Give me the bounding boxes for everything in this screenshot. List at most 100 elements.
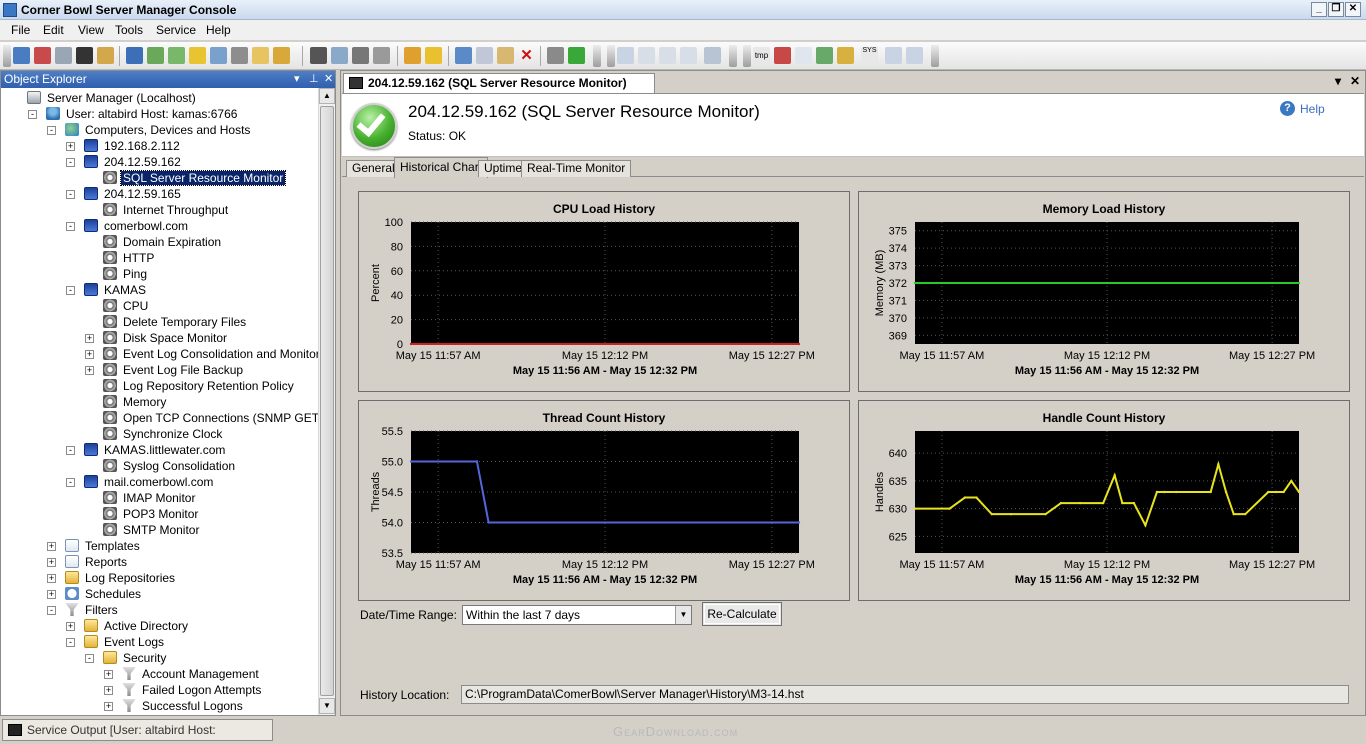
disconnect-icon[interactable] — [34, 47, 51, 64]
collapse-icon[interactable]: - — [66, 190, 75, 199]
tree-node[interactable]: SMTP Monitor — [103, 522, 201, 538]
tree-node[interactable]: Filters — [65, 602, 120, 618]
tab-general[interactable]: General — [346, 160, 401, 177]
expand-icon[interactable]: + — [47, 574, 56, 583]
folder-icon[interactable] — [252, 47, 269, 64]
tree-node[interactable]: KAMAS — [84, 282, 148, 298]
tree-node[interactable]: Domain Expiration — [103, 234, 223, 250]
tree-node[interactable]: Templates — [65, 538, 142, 554]
close-icon[interactable]: ✕ — [324, 71, 333, 87]
toolbar-chevron-icon[interactable] — [593, 45, 601, 67]
window-icon[interactable] — [638, 47, 655, 64]
grid-icon[interactable] — [55, 47, 72, 64]
tree-node[interactable]: Security — [103, 650, 168, 666]
tree-node[interactable]: Disk Space Monitor — [103, 330, 229, 346]
collapse-icon[interactable]: - — [66, 446, 75, 455]
tree-node[interactable]: Syslog Consolidation — [103, 458, 237, 474]
console-icon[interactable] — [76, 47, 93, 64]
menu-help[interactable]: Help — [206, 23, 231, 37]
tree-node[interactable]: comerbowl.com — [84, 218, 190, 234]
warning-icon[interactable] — [425, 47, 442, 64]
help-icon[interactable]: ? — [1280, 101, 1295, 116]
toolbar-grip[interactable] — [743, 45, 751, 67]
expand-icon[interactable]: + — [85, 334, 94, 343]
tree-node[interactable]: Delete Temporary Files — [103, 314, 248, 330]
close-tab-icon[interactable]: ✕ — [1350, 74, 1360, 88]
add-computer-icon[interactable] — [126, 47, 143, 64]
clock-icon[interactable] — [885, 47, 902, 64]
tree-node[interactable]: Successful Logons — [122, 698, 245, 714]
tree-node[interactable]: Active Directory — [84, 618, 190, 634]
refresh-icon[interactable] — [568, 47, 585, 64]
tab-historical-chart[interactable]: Historical Chart — [394, 157, 489, 178]
help-link[interactable]: ? Help — [1280, 101, 1325, 116]
collapse-icon[interactable]: - — [66, 222, 75, 231]
file-icon[interactable] — [795, 47, 812, 64]
toolbar-grip[interactable] — [3, 45, 11, 67]
expand-icon[interactable]: + — [66, 142, 75, 151]
delete-icon[interactable]: ✕ — [518, 47, 535, 64]
add-item-icon[interactable] — [147, 47, 164, 64]
expand-icon[interactable]: + — [47, 542, 56, 551]
pin-icon[interactable]: ⊥ — [309, 71, 319, 87]
filter-icon[interactable] — [231, 47, 248, 64]
collapse-icon[interactable]: - — [66, 158, 75, 167]
help-label[interactable]: Help — [1300, 102, 1325, 116]
user-icon[interactable] — [837, 47, 854, 64]
lightning-icon[interactable] — [189, 47, 206, 64]
window-icon[interactable] — [680, 47, 697, 64]
service-output-tab[interactable]: Service Output [User: altabird Host: kam… — [2, 719, 273, 744]
tree-node[interactable]: 192.168.2.112 — [84, 138, 182, 154]
report-icon[interactable] — [331, 47, 348, 64]
tab-real-time-monitor[interactable]: Real-Time Monitor — [521, 160, 632, 177]
tree-node[interactable]: IMAP Monitor — [103, 490, 197, 506]
paste-icon[interactable] — [497, 47, 514, 64]
collapse-icon[interactable]: - — [66, 286, 75, 295]
history-location-field[interactable]: C:\ProgramData\ComerBowl\Server Manager\… — [461, 685, 1349, 704]
tab-dropdown-icon[interactable]: ▾ — [1335, 74, 1341, 88]
window-icon[interactable] — [659, 47, 676, 64]
collapse-icon[interactable]: - — [66, 478, 75, 487]
tree-node[interactable]: 204.12.59.165 — [84, 186, 183, 202]
tmp-icon[interactable]: tmp — [753, 47, 770, 64]
tools-icon[interactable] — [547, 47, 564, 64]
tree-node[interactable]: SQL Server Resource Monitor — [103, 170, 287, 186]
maximize-button[interactable]: ❐ — [1328, 2, 1344, 17]
menu-tools[interactable]: Tools — [115, 23, 143, 37]
scroll-up-icon[interactable]: ▲ — [319, 88, 335, 104]
minimize-button[interactable]: _ — [1311, 2, 1327, 17]
tree-node[interactable]: Account Management — [122, 666, 261, 682]
tree-node[interactable]: Log Repositories — [65, 570, 177, 586]
tree-node[interactable]: Log Repository Retention Policy — [103, 378, 296, 394]
tree-node[interactable]: CPU — [103, 298, 150, 314]
tree-node[interactable]: KAMAS.littlewater.com — [84, 442, 227, 458]
chevron-down-icon[interactable]: ▼ — [675, 606, 691, 624]
camera-icon[interactable] — [352, 47, 369, 64]
expand-icon[interactable]: + — [104, 686, 113, 695]
collapse-icon[interactable]: - — [85, 654, 94, 663]
scroll-down-icon[interactable]: ▼ — [319, 698, 335, 714]
connect-icon[interactable] — [13, 47, 30, 64]
folder-add-icon[interactable] — [273, 47, 290, 64]
document-icon[interactable] — [617, 47, 634, 64]
tree-node[interactable]: Open TCP Connections (SNMP GET) — [103, 410, 318, 426]
close-window-button[interactable]: ✕ — [1345, 2, 1361, 17]
log-icon[interactable] — [774, 47, 791, 64]
tree-node[interactable]: Schedules — [65, 586, 143, 602]
properties-icon[interactable] — [455, 47, 472, 64]
toolbar-grip[interactable] — [607, 45, 615, 67]
timer-icon[interactable] — [906, 47, 923, 64]
tree-node[interactable]: Reports — [65, 554, 129, 570]
expand-icon[interactable]: + — [47, 590, 56, 599]
tree-node[interactable]: Computers, Devices and Hosts — [65, 122, 252, 138]
tree-node[interactable]: Internet Throughput — [103, 202, 230, 218]
tree-node[interactable]: Synchronize Clock — [103, 426, 224, 442]
tree-node[interactable]: 204.12.59.162 — [84, 154, 183, 170]
tree-node[interactable]: Event Logs — [84, 634, 166, 650]
expand-icon[interactable]: + — [104, 670, 113, 679]
tree-node[interactable]: Event Log File Backup — [103, 362, 245, 378]
vertical-scrollbar[interactable]: ▲ ▼ — [318, 88, 335, 715]
tree-node[interactable]: mail.comerbowl.com — [84, 474, 215, 490]
tree-node[interactable]: Server Manager (Localhost) — [27, 90, 198, 106]
toolbar-chevron-icon[interactable] — [931, 45, 939, 67]
